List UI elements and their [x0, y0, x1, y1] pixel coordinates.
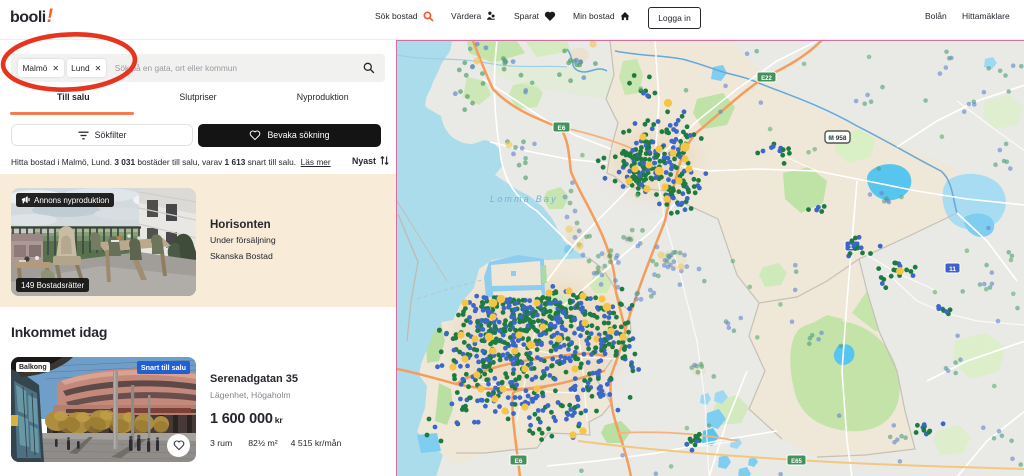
svg-text:11: 11 — [949, 266, 956, 273]
svg-text:E6: E6 — [558, 125, 566, 132]
svg-text:Lomma Bay: Lomma Bay — [490, 194, 558, 204]
svg-text:E65: E65 — [791, 459, 802, 465]
svg-text:E22: E22 — [761, 76, 772, 82]
svg-text:E6: E6 — [515, 458, 523, 465]
